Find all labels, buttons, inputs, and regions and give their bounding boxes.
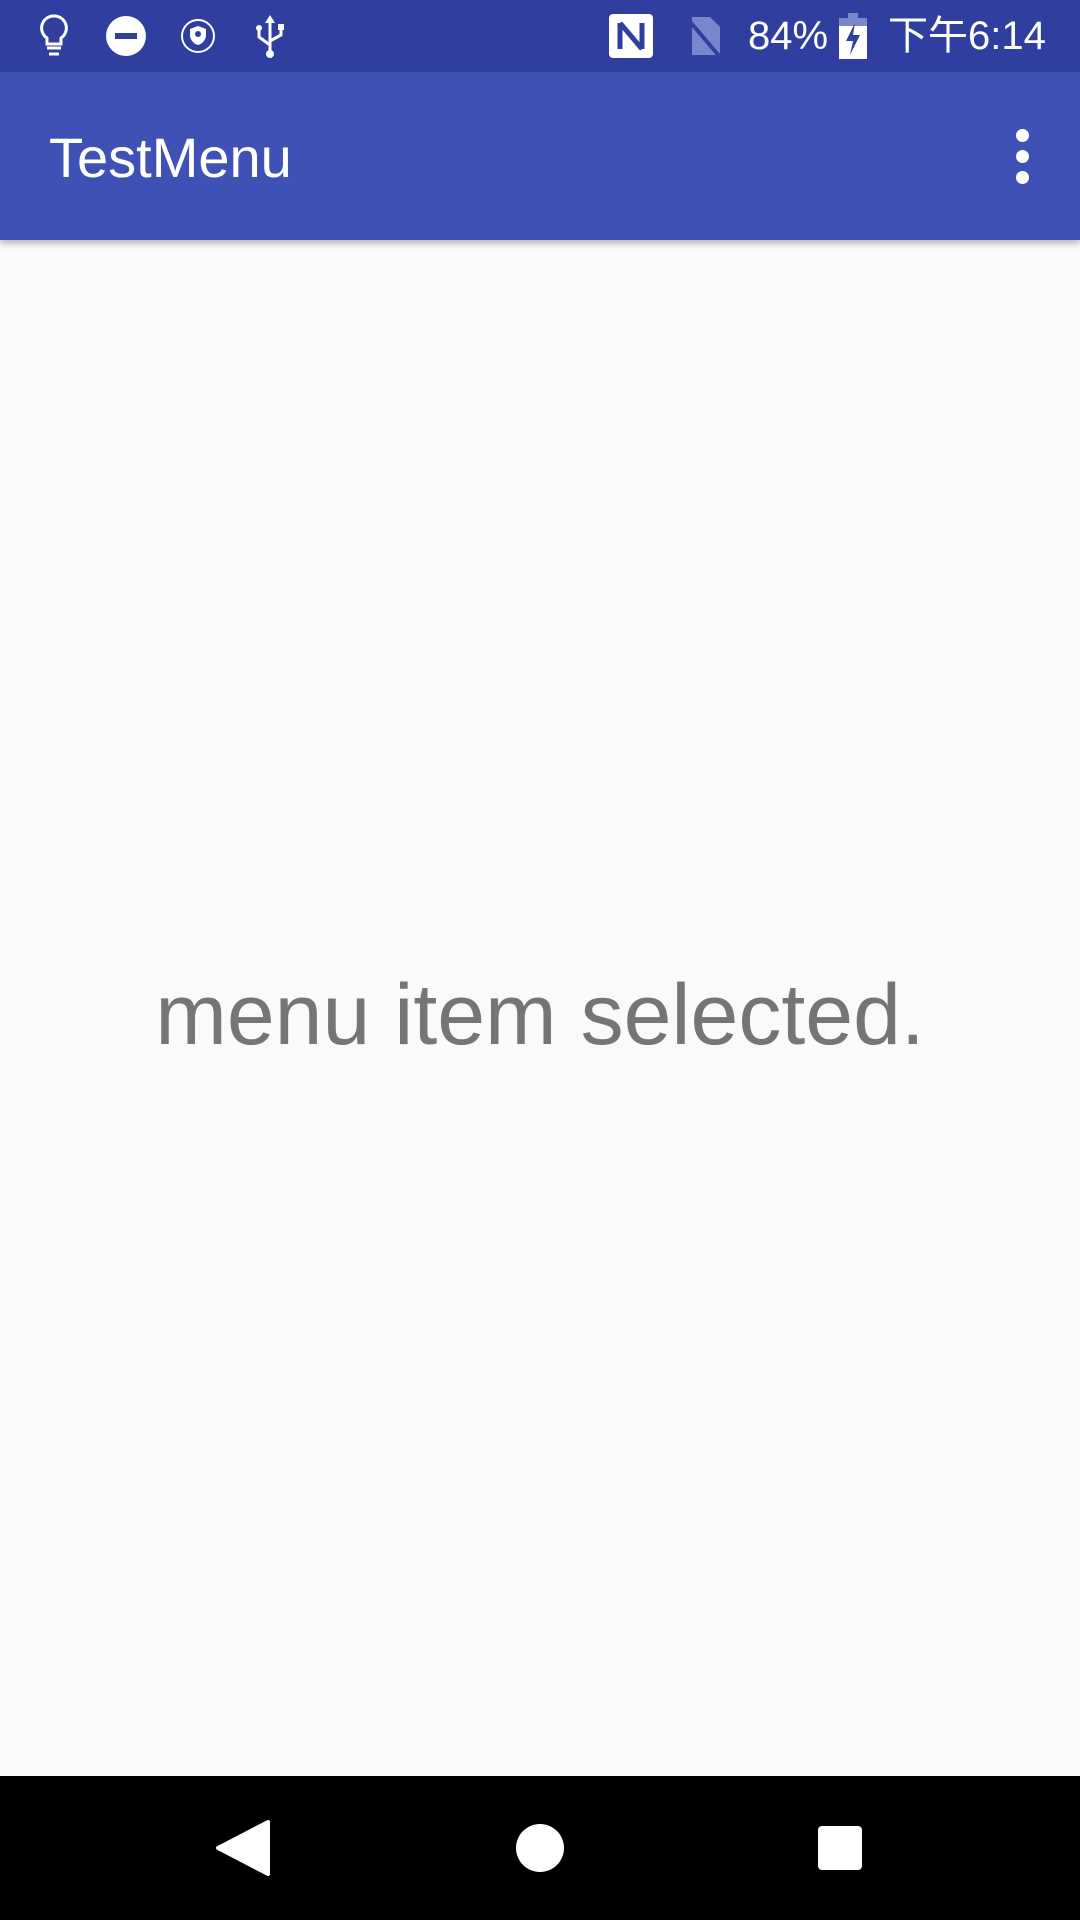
back-icon[interactable] <box>202 1808 282 1888</box>
navigation-bar <box>0 1776 1080 1920</box>
nfc-icon <box>608 14 654 58</box>
app-bar: TestMenu <box>0 72 1080 240</box>
more-vert-icon[interactable] <box>986 116 1058 196</box>
home-icon[interactable] <box>500 1808 580 1888</box>
usb-icon <box>252 14 288 58</box>
recents-icon[interactable] <box>800 1808 880 1888</box>
no-sim-icon <box>684 14 724 59</box>
battery-percent: 84% <box>748 14 829 58</box>
vpn-shield-icon <box>180 14 216 58</box>
lightbulb-icon <box>36 14 72 58</box>
clock: 下午6:14 <box>888 14 1046 58</box>
status-bar: 84% 下午6:14 <box>0 0 1080 72</box>
battery-charging-icon <box>838 13 868 59</box>
app-title: TestMenu <box>49 126 292 189</box>
do-not-disturb-icon <box>104 14 148 58</box>
selection-message: menu item selected. <box>155 967 925 1063</box>
